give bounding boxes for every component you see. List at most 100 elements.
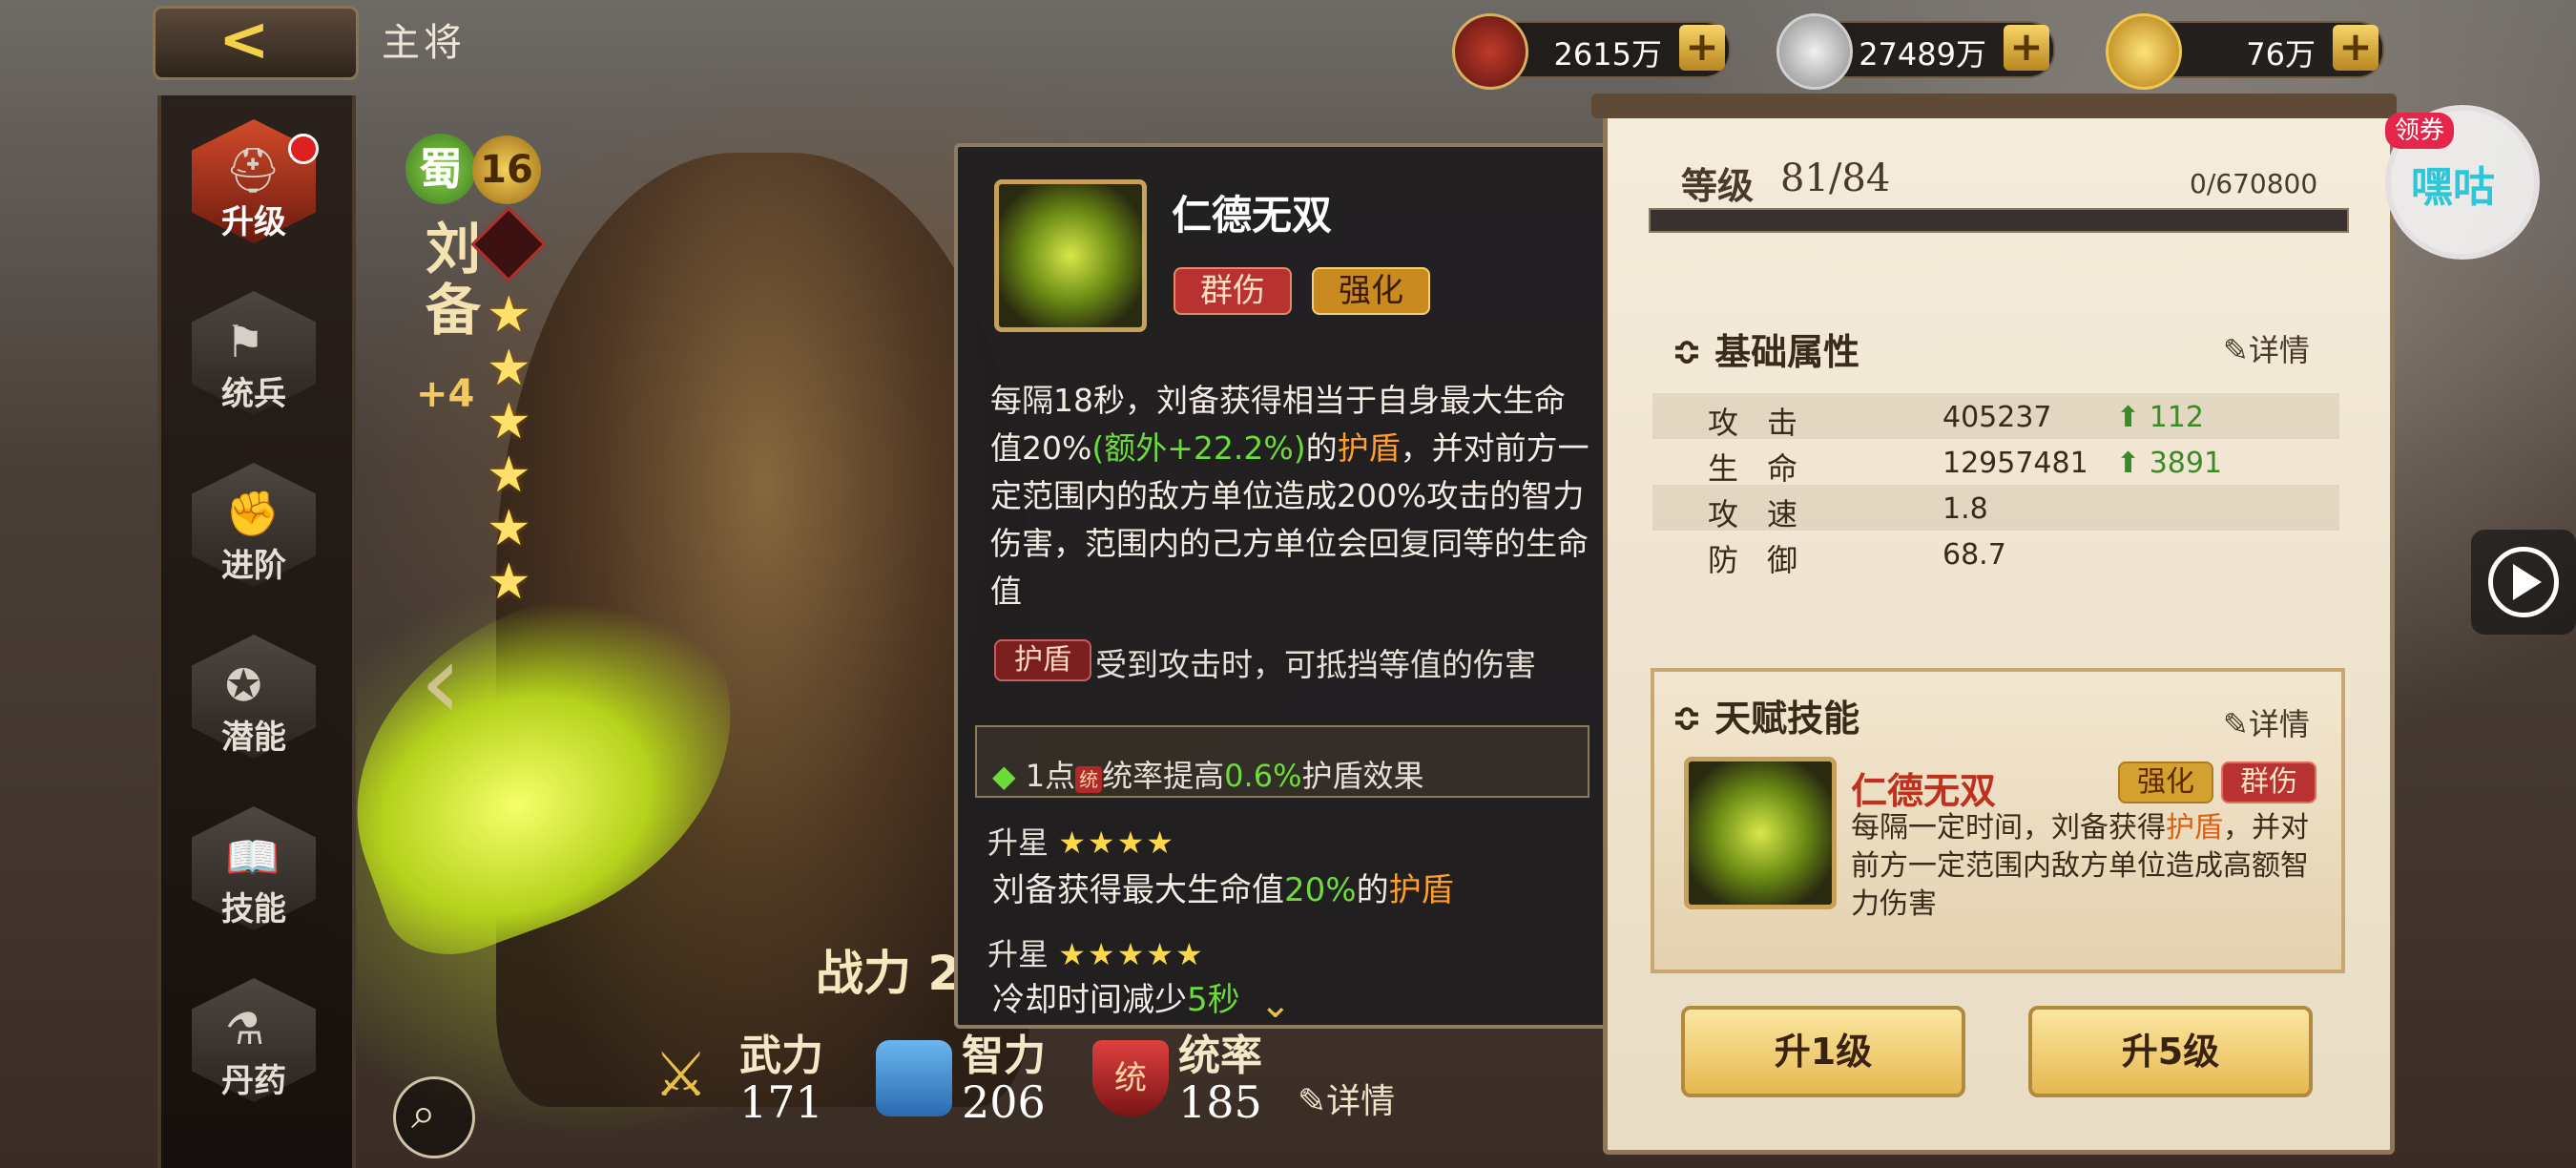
coupon-logo-text: 嘿咕 [2411,163,2495,212]
basic-attributes-title: ≎ 基础属性 [1672,323,1859,375]
hero-level-badge: 16 [472,136,541,204]
skill-tag-aoe: 群伤 [1174,267,1292,315]
stat-value: 185 [1178,1076,1262,1128]
arrow-up-icon: ⬆ [2116,401,2141,434]
page-title: 主将 [382,21,466,65]
back-button[interactable]: < [153,5,359,80]
bonus-part: 1点 [1025,758,1076,794]
level-value: 81/84 [1780,156,1891,200]
effect-keyword: 护盾 [1388,871,1454,909]
bonus-value: 0.6% [1224,758,1302,794]
menu-skills[interactable]: 📖 技能 [182,806,325,949]
magnifier-icon: ⌕ [411,1087,436,1138]
play-video-button[interactable] [2471,530,2576,635]
attr-bonus-value: 3891 [2149,447,2223,480]
stat-value: 171 [739,1076,823,1128]
section-title-text: 基础属性 [1714,331,1860,373]
resource-military-supplies: 2615万 + [1452,13,1731,90]
effect-value: 5秒 [1187,981,1240,1019]
laurel-icon: ✪ [225,659,262,711]
detail-label: 详情 [2248,332,2310,368]
desc-part: 每隔一定时间，刘备获得 [1851,811,2166,845]
star-icon: ★ [487,447,531,504]
attribute-row: 攻速 1.8 [1652,485,2339,532]
command-bonus: ◆ 1点统统率提高0.6%护盾效果 [992,752,1423,796]
hero-upgrade-count: +4 [416,372,475,416]
attr-value: 68.7 [1942,538,2006,572]
attr-bonus: ⬆ 112 [2116,401,2204,434]
talent-skill-icon[interactable] [1684,757,1837,909]
command-shield-icon: 统 [1092,1040,1169,1116]
basic-detail-link[interactable]: ✎详情 [2223,326,2310,370]
menu-label: 丹药 [221,1062,286,1100]
attr-name: 生命 [1708,450,1827,487]
talent-description: 每隔一定时间，刘备获得护盾，并对前方一定范围内敌方单位造成高额智力伤害 [1851,809,2328,924]
star-icon: ★ [487,340,531,397]
effect-value: 20% [1284,871,1357,909]
edit-icon: ✎ [2223,706,2249,742]
flag-icon: ⚑ [225,316,265,367]
star-icons-5: ★★★★★ [1058,936,1205,972]
star-icon: ★ [487,553,531,611]
desc-part: 的 [1305,429,1338,467]
menu-potion[interactable]: ⚗ 丹药 [182,978,325,1121]
notification-dot [288,134,319,164]
add-silver-button[interactable]: + [2004,25,2049,71]
shield-keyword-tag: 护盾 [994,639,1091,681]
scroll-icon [876,1040,952,1116]
stat-value: 206 [962,1076,1046,1128]
detail-label: 详情 [1326,1082,1396,1121]
shield-definition: 受到攻击时，可抵挡等值的伤害 [1095,646,1536,683]
command-mini-icon: 统 [1075,766,1103,793]
add-military-supplies-button[interactable]: + [1679,25,1725,71]
magnifier-button[interactable]: ⌕ [393,1076,475,1158]
talent-title: ≎ 天赋技能 [1672,689,1859,741]
attr-value: 405237 [1942,401,2052,434]
edit-icon: ✎ [1298,1082,1327,1121]
bonus-part: 护盾效果 [1301,758,1424,794]
menu-advance[interactable]: ✊ 进阶 [182,463,325,606]
potion-icon: ⚗ [225,1003,265,1054]
effect-part: 的 [1356,871,1389,909]
attr-bonus: ⬆ 3891 [2116,447,2222,480]
gold-ingot-icon [2106,13,2182,90]
talent-skill-name: 仁德无双 [1851,770,1997,812]
level-up-1-button[interactable]: 升1级 [1681,1006,1965,1097]
scroll-down-chevron-icon[interactable]: ⌄ [1259,983,1292,1027]
level-label: 等级 [1681,165,1755,207]
star-up-label: 升星 [987,824,1049,861]
level-up-5-button[interactable]: 升5级 [2028,1006,2313,1097]
talent-tag-aoe: 群伤 [2221,761,2316,803]
back-chevron-icon: < [218,5,270,75]
experience-bar [1649,208,2349,233]
resource-gold-ingot: 76万 + [2106,13,2384,90]
experience-value: 0/670800 [2190,168,2318,199]
skill-title: 仁德无双 [1172,192,1333,239]
coupon-tag: 领券 [2385,113,2454,149]
attr-name: 防御 [1708,542,1827,578]
resource-silver-coin: 27489万 + [1776,13,2055,90]
resource-value: 2615万 [1553,36,1662,73]
attr-value: 12957481 [1942,447,2088,480]
silver-coin-icon [1776,13,1853,90]
star5-header: 升星 ★★★★★ [987,930,1205,974]
star-icon: ★ [487,393,531,450]
add-gold-button[interactable]: + [2333,25,2379,71]
book-icon: 📖 [225,831,280,883]
menu-potential[interactable]: ✪ 潜能 [182,635,325,778]
section-arrow-icon: ≎ [1672,698,1702,740]
shield-badge-icon [1452,13,1528,90]
effect-part: 冷却时间减少 [992,981,1187,1019]
stat-label: 统率 [1178,1032,1262,1080]
talent-detail-link[interactable]: ✎详情 [2223,700,2310,744]
menu-label: 升级 [221,203,286,241]
star-up-label: 升星 [987,936,1049,972]
stat-label: 智力 [962,1032,1046,1080]
menu-label: 潜能 [221,719,286,757]
previous-hero-arrow-icon[interactable]: ‹ [420,620,462,742]
stats-detail-link[interactable]: ✎详情 [1298,1074,1395,1123]
edit-icon: ✎ [2223,332,2249,368]
star-icons-4: ★★★★ [1058,824,1175,861]
menu-troops[interactable]: ⚑ 统兵 [182,291,325,434]
desc-keyword: 护盾 [2166,811,2223,845]
